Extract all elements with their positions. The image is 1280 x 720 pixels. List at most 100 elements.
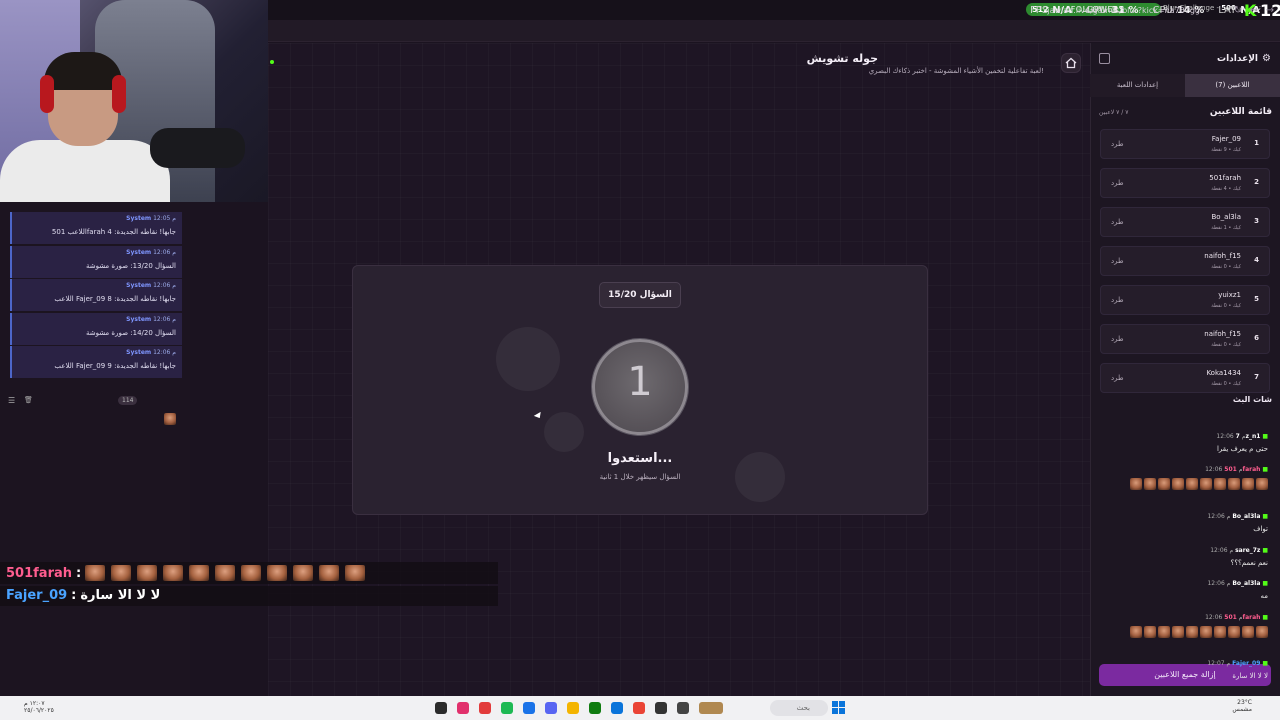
- system-message-text: اللاعب Fajer_09 جابها! نقاطه الجديدة: 8: [54, 295, 176, 303]
- spotify-icon[interactable]: [501, 702, 513, 714]
- kick-badge-icon: ■: [1262, 660, 1268, 667]
- windows-start-icon[interactable]: [832, 701, 845, 714]
- gear-icon: ⚙: [1262, 53, 1271, 64]
- kick-player-button[interactable]: طرد: [1111, 296, 1124, 304]
- countdown-number: 1: [627, 359, 653, 405]
- tab-players[interactable]: اللاعبين (7): [1185, 74, 1280, 97]
- kick-badge-icon: ■: [1262, 614, 1268, 621]
- player-name: naifoh_f15: [1204, 252, 1241, 260]
- system-sender: System: [126, 282, 152, 289]
- chat-message-text: حتى م يعرف يقرا: [1216, 445, 1268, 453]
- question-badge: السؤال 15/20: [599, 282, 681, 308]
- emote-icon: [1200, 626, 1212, 638]
- chat-message-meta: 12:06 م sare_7z ■: [1210, 547, 1268, 554]
- kick-badge-icon: ■: [1262, 466, 1268, 473]
- url-text[interactable]: jawlah.live/games/blur?kick=na707gg: [1047, 6, 1200, 15]
- taskbar-weather[interactable]: 23°C مشمس: [1232, 699, 1252, 713]
- system-message: System 12:06 م اللاعب Fajer_09 جابها! نقا…: [10, 279, 182, 311]
- ready-subtext: السؤال سيظهر خلال 1 ثانية: [599, 473, 681, 481]
- back-icon[interactable]: ←: [1248, 5, 1260, 17]
- chat-menu-icon[interactable]: ☰: [8, 396, 15, 405]
- chrome-icon[interactable]: [567, 702, 579, 714]
- player-points: كيك • 0 نقطة: [1211, 342, 1241, 348]
- chat-username[interactable]: sare_7z: [1235, 547, 1260, 554]
- files-icon[interactable]: [677, 702, 689, 714]
- explorer-icon[interactable]: [611, 702, 623, 714]
- system-message: System 12:06 م اللاعب Fajer_09 جابها! نقا…: [10, 346, 182, 378]
- taskbar-search[interactable]: بحث: [770, 700, 828, 716]
- emote-icon: [1186, 478, 1198, 490]
- overlay-message: لا لا الا سارة: [80, 588, 161, 603]
- streamer-hair: [44, 52, 122, 90]
- message-time: 12:06 م: [1207, 580, 1231, 587]
- home-button[interactable]: [1061, 53, 1081, 73]
- emote-row: [1130, 626, 1268, 638]
- message-time: 12:06 م: [1216, 433, 1246, 440]
- chat-message-meta: 12:06 م Bo_al3la ■: [1207, 580, 1268, 587]
- emote-icon: [85, 565, 106, 581]
- trash-icon[interactable]: 🗑: [24, 396, 33, 404]
- emote-icon: [1158, 478, 1170, 490]
- player-points: كيك • 0 نقطة: [1211, 381, 1241, 387]
- chat-username[interactable]: Fajer_09: [1232, 660, 1260, 667]
- kick-player-button[interactable]: طرد: [1111, 335, 1124, 343]
- kick-player-button[interactable]: طرد: [1111, 140, 1124, 148]
- player-row: 1 Fajer_09 كيك • 9 نقطة طرد: [1100, 129, 1270, 159]
- photos-icon[interactable]: [633, 702, 645, 714]
- capcut-icon[interactable]: [457, 702, 469, 714]
- chat-title: شات البث: [1232, 395, 1272, 404]
- player-row: 3 Bo_al3la كيك • 1 نقطة طرد: [1100, 207, 1270, 237]
- kick-player-button[interactable]: طرد: [1111, 257, 1124, 265]
- collapse-panel-icon[interactable]: [1099, 53, 1110, 64]
- player-name: naifoh_f15: [1204, 330, 1241, 338]
- forward-icon[interactable]: →: [1264, 5, 1276, 17]
- player-row: 5 yuixz1 كيك • 0 نقطة طرد: [1100, 285, 1270, 315]
- chat-message-text: تواف: [1253, 525, 1268, 533]
- player-rank: 3: [1254, 217, 1259, 225]
- player-row: 7 Koka1434 كيك • 0 نقطة طرد: [1100, 363, 1270, 393]
- player-points: كيك • 9 نقطة: [1211, 147, 1241, 153]
- emote-icon: [293, 565, 314, 581]
- message-time: 12:06 م: [153, 349, 176, 356]
- record-icon[interactable]: [479, 702, 491, 714]
- kick-player-button[interactable]: طرد: [1111, 374, 1124, 382]
- player-row: 2 501farah كيك • 4 نقطة طرد: [1100, 168, 1270, 198]
- overlay-username: 501farah: [6, 565, 73, 581]
- emote-icon: [163, 565, 184, 581]
- kick-player-button[interactable]: طرد: [1111, 218, 1124, 226]
- kick-player-button[interactable]: طرد: [1111, 179, 1124, 187]
- game-subtitle: لعبة تفاعلية لتخمين الأشياء المشوشة - اخ…: [868, 67, 1044, 75]
- chat-username[interactable]: 501farah: [1224, 614, 1260, 621]
- terminal-icon[interactable]: [655, 702, 667, 714]
- chat-username[interactable]: 501farah: [1224, 466, 1260, 473]
- steam-icon[interactable]: [435, 702, 447, 714]
- tab-game-settings[interactable]: إعدادات اللعبة: [1090, 74, 1185, 97]
- emote-icon: [1242, 478, 1254, 490]
- emote-row: [85, 565, 366, 581]
- player-name: Koka1434: [1206, 369, 1241, 377]
- message-time: 12:07 م: [1207, 660, 1231, 667]
- emote-icon: [1130, 478, 1142, 490]
- kick-badge-icon: ■: [1262, 580, 1268, 587]
- chat-username[interactable]: 7z_n1: [1236, 433, 1261, 440]
- chat-viewer-count: 114: [118, 396, 138, 405]
- taskbar-clock[interactable]: ١٢:٠٧ م ٢٥/٠٦/٢٠٢٥: [24, 700, 54, 714]
- system-message-text: السؤال 14/20: صورة مشوشة: [85, 328, 176, 337]
- player-points: كيك • 4 نقطة: [1211, 186, 1241, 192]
- browser-address-bar[interactable]: [268, 20, 1280, 42]
- decorative-bubble: [544, 412, 584, 452]
- reload-icon[interactable]: ↻: [1232, 5, 1244, 17]
- chat-message-text: نعم نعمم؟؟؟: [1230, 559, 1268, 567]
- panel-title: الإعدادات: [1217, 54, 1258, 64]
- chat-username[interactable]: Bo_al3la: [1232, 513, 1260, 520]
- player-rank: 5: [1254, 295, 1259, 303]
- emote-icon: [1158, 626, 1170, 638]
- system-message: System 12:05 م اللاعب 501farah جابها! نقا…: [10, 212, 182, 244]
- xbox-icon[interactable]: [589, 702, 601, 714]
- thumbnail-icon[interactable]: [699, 702, 723, 714]
- emote-icon: [1186, 626, 1198, 638]
- browser-icon[interactable]: [523, 702, 535, 714]
- chat-username[interactable]: Bo_al3la: [1232, 580, 1260, 587]
- player-rank: 2: [1254, 178, 1259, 186]
- discord-icon[interactable]: [545, 702, 557, 714]
